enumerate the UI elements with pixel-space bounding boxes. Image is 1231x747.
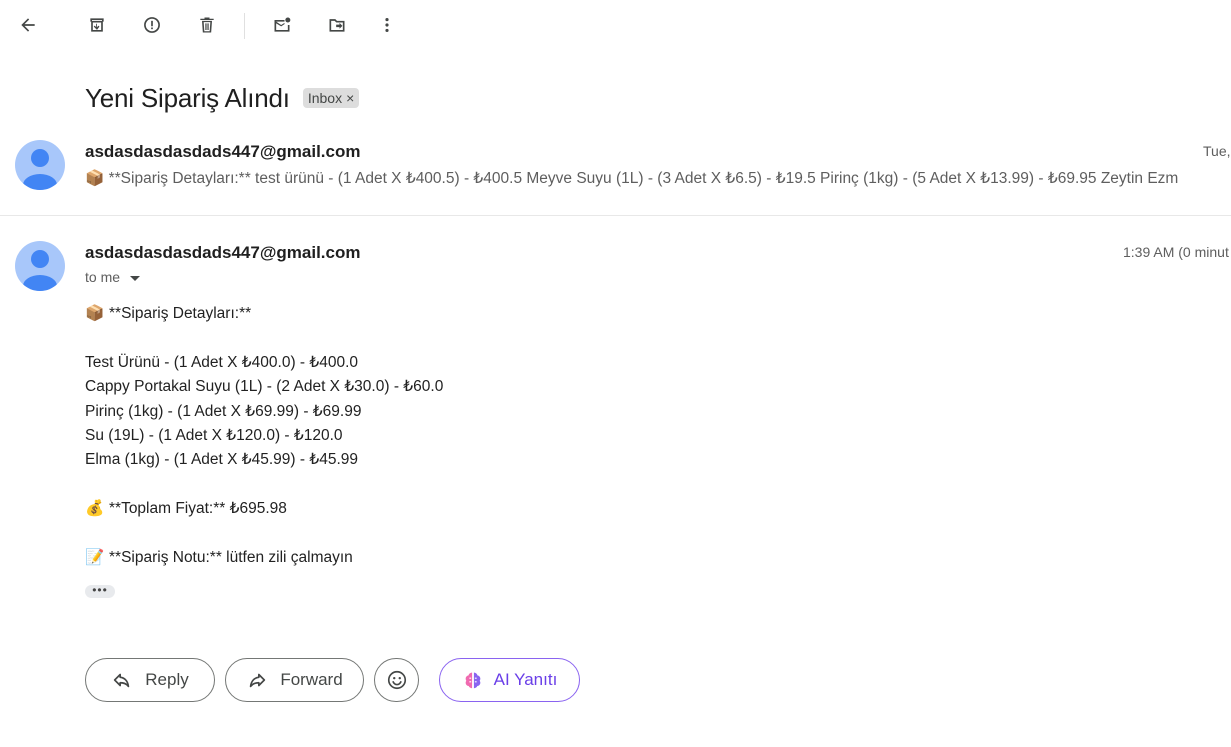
show-trimmed-content-button[interactable]: ••• <box>85 582 115 598</box>
remove-label-icon[interactable]: × <box>346 90 354 106</box>
order-item: Su (19L) - (1 Adet X ₺120.0) - ₺120.0 <box>85 427 343 444</box>
order-item: Test Ürünü - (1 Adet X ₺400.0) - ₺400.0 <box>85 354 359 371</box>
archive-icon <box>90 18 104 32</box>
delete-button[interactable] <box>189 7 225 43</box>
ai-reply-label: AI Yanıtı <box>493 670 558 689</box>
order-item: Elma (1kg) - (1 Adet X ₺45.99) - ₺45.99 <box>85 451 359 468</box>
inbox-label-chip[interactable]: Inbox × <box>302 88 360 108</box>
back-button[interactable] <box>10 7 46 43</box>
order-total: 💰 **Toplam Fiyat:** ₺695.98 <box>85 499 287 518</box>
forward-button[interactable]: Forward <box>225 658 364 702</box>
label-text: Inbox <box>307 90 343 106</box>
recipient-label: to me <box>85 269 121 285</box>
more-options-button[interactable] <box>369 7 405 43</box>
order-note-text: **Sipariş Notu:** lütfen zili çalmayın <box>109 549 353 566</box>
recipient-details-toggle[interactable]: to me <box>85 269 141 285</box>
forward-label: Forward <box>280 670 343 689</box>
ellipsis-icon: ••• <box>92 582 108 597</box>
ai-reply-button[interactable]: AI Yanıtı <box>439 658 580 702</box>
package-emoji-icon: 📦 <box>85 305 105 322</box>
move-to-icon <box>329 19 345 32</box>
mark-unread-icon <box>274 17 291 32</box>
order-item: Pirinç (1kg) - (1 Adet X ₺69.99) - ₺69.9… <box>85 403 362 420</box>
report-spam-button[interactable] <box>134 7 170 43</box>
archive-button[interactable] <box>79 7 115 43</box>
smiley-icon <box>387 670 406 690</box>
message-time: 1:39 AM (0 minut <box>1123 244 1229 260</box>
brain-icon <box>465 672 481 689</box>
avatar[interactable] <box>15 140 65 190</box>
toolbar <box>0 0 1231 52</box>
message-divider <box>0 215 1231 216</box>
email-subject: Yeni Sipariş Alındı <box>85 82 290 113</box>
toolbar-separator <box>244 13 245 39</box>
message-date: Tue, <box>1203 143 1231 159</box>
default-avatar-icon <box>23 250 57 291</box>
message-snippet[interactable]: 📦 **Sipariş Detayları:** test ürünü - (1… <box>85 169 1231 188</box>
chevron-down-icon <box>130 275 141 281</box>
more-vert-icon <box>385 18 389 32</box>
order-details-header: 📦 **Sipariş Detayları:** <box>85 304 251 323</box>
back-arrow-icon <box>21 18 35 32</box>
reply-label: Reply <box>145 670 189 689</box>
default-avatar-icon <box>23 149 57 190</box>
emoji-reaction-button[interactable] <box>374 658 419 702</box>
order-item: Cappy Portakal Suyu (1L) - (2 Adet X ₺30… <box>85 378 444 395</box>
delete-icon <box>200 17 214 33</box>
order-details-title: **Sipariş Detayları:** <box>109 305 252 322</box>
subject-row: Yeni Sipariş Alındı Inbox × <box>85 80 360 116</box>
reply-icon <box>114 673 130 688</box>
report-spam-icon <box>144 17 160 33</box>
money-bag-emoji-icon: 💰 <box>85 500 105 517</box>
avatar[interactable] <box>15 241 65 291</box>
message-sender[interactable]: asdasdasdasdads447@gmail.com <box>85 142 361 162</box>
forward-icon <box>250 673 266 688</box>
order-note: 📝 **Sipariş Notu:** lütfen zili çalmayın <box>85 548 353 567</box>
memo-emoji-icon: 📝 <box>85 549 105 566</box>
order-total-text: **Toplam Fiyat:** ₺695.98 <box>109 500 287 517</box>
move-to-button[interactable] <box>319 7 355 43</box>
mark-unread-button[interactable] <box>264 7 300 43</box>
message-sender[interactable]: asdasdasdasdads447@gmail.com <box>85 243 361 263</box>
reply-button[interactable]: Reply <box>85 658 215 702</box>
